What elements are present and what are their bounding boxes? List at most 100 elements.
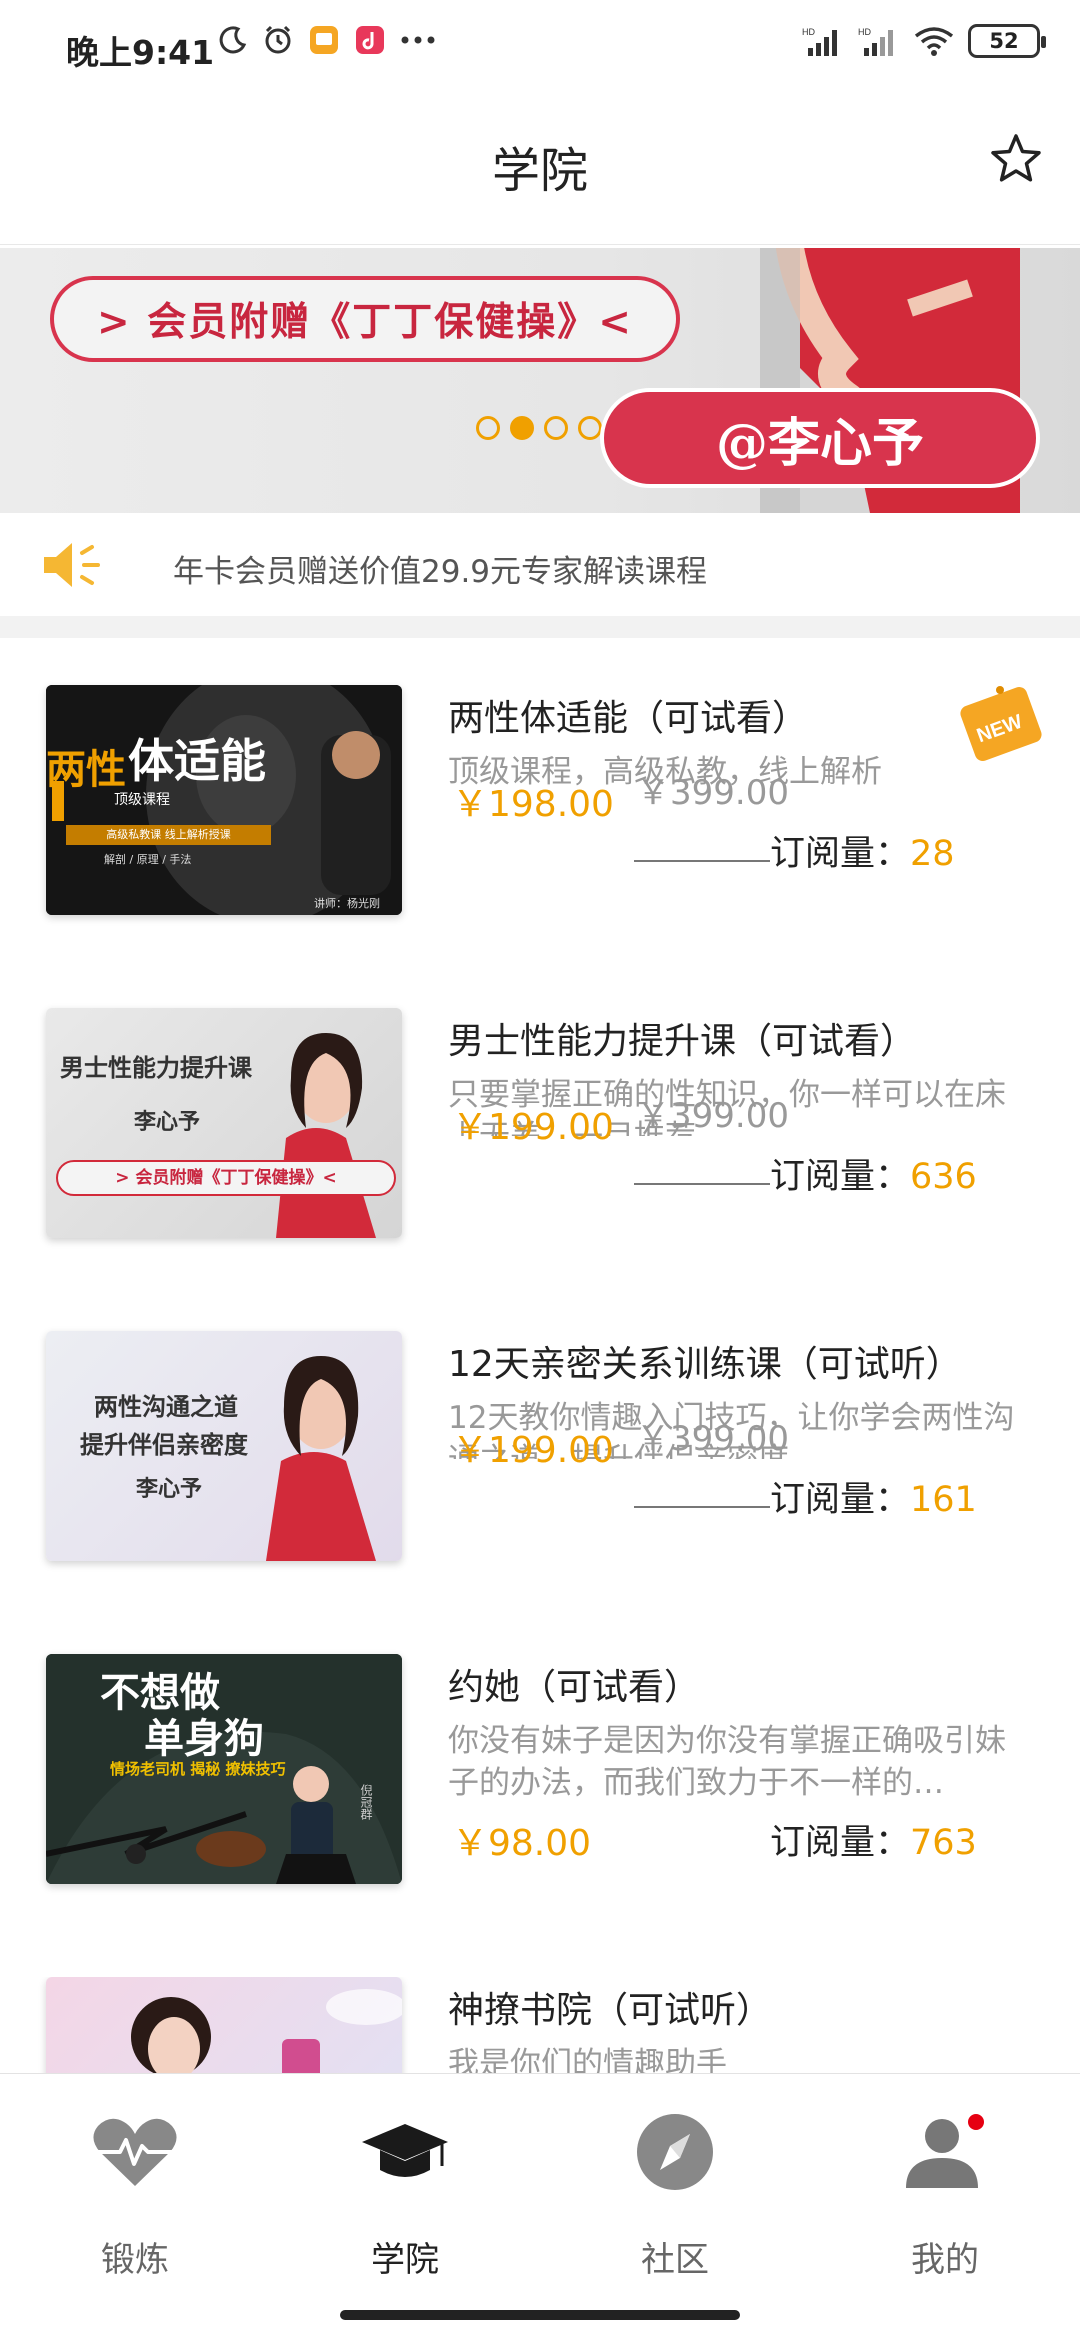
course-item[interactable]: 两性沟通之道 提升伴侣亲密度 李心予 12天亲密关系训练课（可试听） 12天教你…	[0, 1331, 1080, 1631]
old-price-underline	[634, 1183, 770, 1185]
course-price: ￥98.00	[452, 1823, 592, 1864]
thumb-line-1: 顶级课程	[114, 792, 170, 808]
banner-name-tag: @李心予	[600, 388, 1040, 488]
course-thumbnail[interactable]: 两性 体适能 顶级课程 高级私教课 线上解析授课 解剖 / 原理 / 手法 讲师…	[46, 685, 402, 915]
battery-indicator: 52	[968, 24, 1046, 58]
thumb-line-1: 两性沟通之道	[94, 1392, 238, 1421]
notification-dot	[968, 2114, 984, 2130]
thumb-lecturer: 倪冠群	[359, 1784, 373, 1820]
new-badge-icon: NEW	[960, 686, 1042, 761]
subscription-count: 28	[910, 834, 955, 874]
subscription-label: 订阅量：	[770, 1157, 911, 1197]
compass-icon	[637, 2114, 713, 2190]
course-subscriptions: 订阅量：28	[770, 825, 955, 876]
more-icon	[401, 36, 435, 44]
course-thumbnail-art	[131, 1989, 402, 2073]
course-thumbnail[interactable]: 两性沟通之道 提升伴侣亲密度 李心予	[46, 1331, 402, 1561]
course-item[interactable]: 神撩书院（可试听） 我是你们的情趣助手	[0, 1977, 1080, 2073]
notice-text: 年卡会员赠送价值29.9元专家解读课程	[173, 554, 708, 590]
nav-item-exercise[interactable]: 锻炼	[0, 2074, 270, 2295]
notice-bar[interactable]: 年卡会员赠送价值29.9元专家解读课程	[0, 513, 1080, 616]
thumb-title-b: 体适能	[128, 734, 266, 788]
page-title: 学院	[491, 143, 588, 199]
signal-icon: HD	[802, 27, 837, 56]
course-price: ￥199.00	[452, 1107, 614, 1148]
thumb-line-3: 情场老司机 揭秘 撩妹技巧	[110, 1760, 286, 1778]
section-divider	[0, 616, 1080, 638]
course-old-price: ￥399.00	[636, 1419, 789, 1459]
course-old-price: ￥399.00	[636, 773, 789, 813]
user-icon	[906, 2114, 984, 2188]
thumb-line-2: 提升伴侣亲密度	[80, 1430, 248, 1459]
course-title: 约她（可试看）	[448, 1667, 701, 1708]
course-title: 两性体适能（可试看）	[448, 698, 809, 739]
signal-icon: HD	[858, 27, 893, 56]
graduation-cap-icon	[362, 2124, 448, 2177]
subscription-label: 订阅量：	[770, 1823, 911, 1863]
status-time: 晚上9:41	[66, 33, 215, 72]
course-thumbnail-art	[46, 685, 402, 915]
app-header: 学院	[0, 95, 1080, 245]
course-subscriptions: 订阅量：763	[770, 1814, 977, 1865]
nav-label: 锻炼	[101, 2240, 169, 2280]
thumb-title-a: 两性	[46, 747, 126, 793]
course-thumbnail[interactable]: 不想做 单身狗 情场老司机 揭秘 撩妹技巧 倪冠群	[46, 1654, 402, 1884]
course-description: 我是你们的情趣助手	[448, 2046, 727, 2073]
star-icon[interactable]	[988, 131, 1044, 187]
thumb-lecturer: 讲师：杨光刚	[314, 897, 380, 910]
course-title: 神撩书院（可试听）	[448, 1990, 773, 2031]
nav-item-academy[interactable]: 学院	[270, 2074, 540, 2295]
svg-text:HD: HD	[858, 27, 871, 37]
course-title: 12天亲密关系训练课（可试听）	[448, 1344, 962, 1385]
svg-text:HD: HD	[802, 27, 815, 37]
course-title: 男士性能力提升课（可试看）	[448, 1021, 917, 1062]
course-item[interactable]: 两性 体适能 顶级课程 高级私教课 线上解析授课 解剖 / 原理 / 手法 讲师…	[0, 685, 1080, 985]
course-thumbnail[interactable]	[46, 1977, 402, 2073]
banner-pagination[interactable]	[476, 416, 602, 440]
subscription-count: 161	[910, 1480, 977, 1520]
wifi-icon	[914, 27, 954, 56]
home-indicator[interactable]	[340, 2310, 740, 2320]
bottom-navigation: 锻炼 学院 社区 我的	[0, 2073, 1080, 2295]
old-price-underline	[634, 860, 770, 862]
pagination-dot-active[interactable]	[510, 416, 534, 440]
nav-item-mine[interactable]: 我的	[810, 2074, 1080, 2295]
nav-label: 社区	[641, 2240, 709, 2280]
pagination-dot[interactable]	[476, 416, 500, 440]
heart-pulse-icon	[93, 2118, 177, 2186]
alarm-icon	[265, 25, 291, 54]
pagination-dot[interactable]	[544, 416, 568, 440]
moon-icon	[219, 26, 247, 54]
course-subscriptions: 订阅量：636	[770, 1148, 977, 1199]
nav-label: 学院	[371, 2240, 439, 2280]
subscription-label: 订阅量：	[770, 1480, 911, 1520]
course-old-price: ￥399.00	[636, 1096, 789, 1136]
speaker-icon	[44, 543, 100, 587]
notes-app-icon	[310, 26, 338, 54]
course-price: ￥198.00	[452, 784, 614, 825]
course-price: ￥199.00	[452, 1430, 614, 1471]
thumb-line-1: 男士性能力提升课	[60, 1053, 252, 1082]
subscription-count: 636	[910, 1157, 977, 1197]
thumb-line-3: 解剖 / 原理 / 手法	[104, 853, 192, 866]
music-app-icon	[356, 26, 384, 54]
course-thumbnail[interactable]: 男士性能力提升课 李心予 > 会员附赠《丁丁保健操》<	[46, 1008, 402, 1238]
pagination-dot[interactable]	[578, 416, 602, 440]
nav-item-community[interactable]: 社区	[540, 2074, 810, 2295]
thumb-line-3: > 会员附赠《丁丁保健操》<	[56, 1160, 396, 1196]
promo-banner[interactable]: > 会员附赠《丁丁保健操》< @李心予	[0, 248, 1080, 513]
subscription-count: 763	[910, 1823, 977, 1863]
status-bar: 晚上9:41 HD HD 52	[0, 0, 1080, 95]
thumb-line-2: 高级私教课 线上解析授课	[66, 825, 271, 845]
course-description: 你没有妹子是因为你没有掌握正确吸引妹子的办法，而我们致力于不一样的…	[448, 1723, 1006, 1801]
course-subscriptions: 订阅量：161	[770, 1471, 977, 1522]
nav-label: 我的	[911, 2240, 979, 2280]
old-price-underline	[634, 1506, 770, 1508]
thumb-line-3: 李心予	[136, 1476, 203, 1502]
subscription-label: 订阅量：	[770, 834, 911, 874]
course-item[interactable]: 男士性能力提升课 李心予 > 会员附赠《丁丁保健操》< 男士性能力提升课（可试看…	[0, 1008, 1080, 1308]
thumb-line-2: 李心予	[134, 1109, 201, 1135]
course-item[interactable]: 不想做 单身狗 情场老司机 揭秘 撩妹技巧 倪冠群 约她（可试看） 你没有妹子是…	[0, 1654, 1080, 1954]
course-thumbnail-art	[276, 1033, 376, 1238]
thumb-line-2: 单身狗	[144, 1716, 264, 1762]
